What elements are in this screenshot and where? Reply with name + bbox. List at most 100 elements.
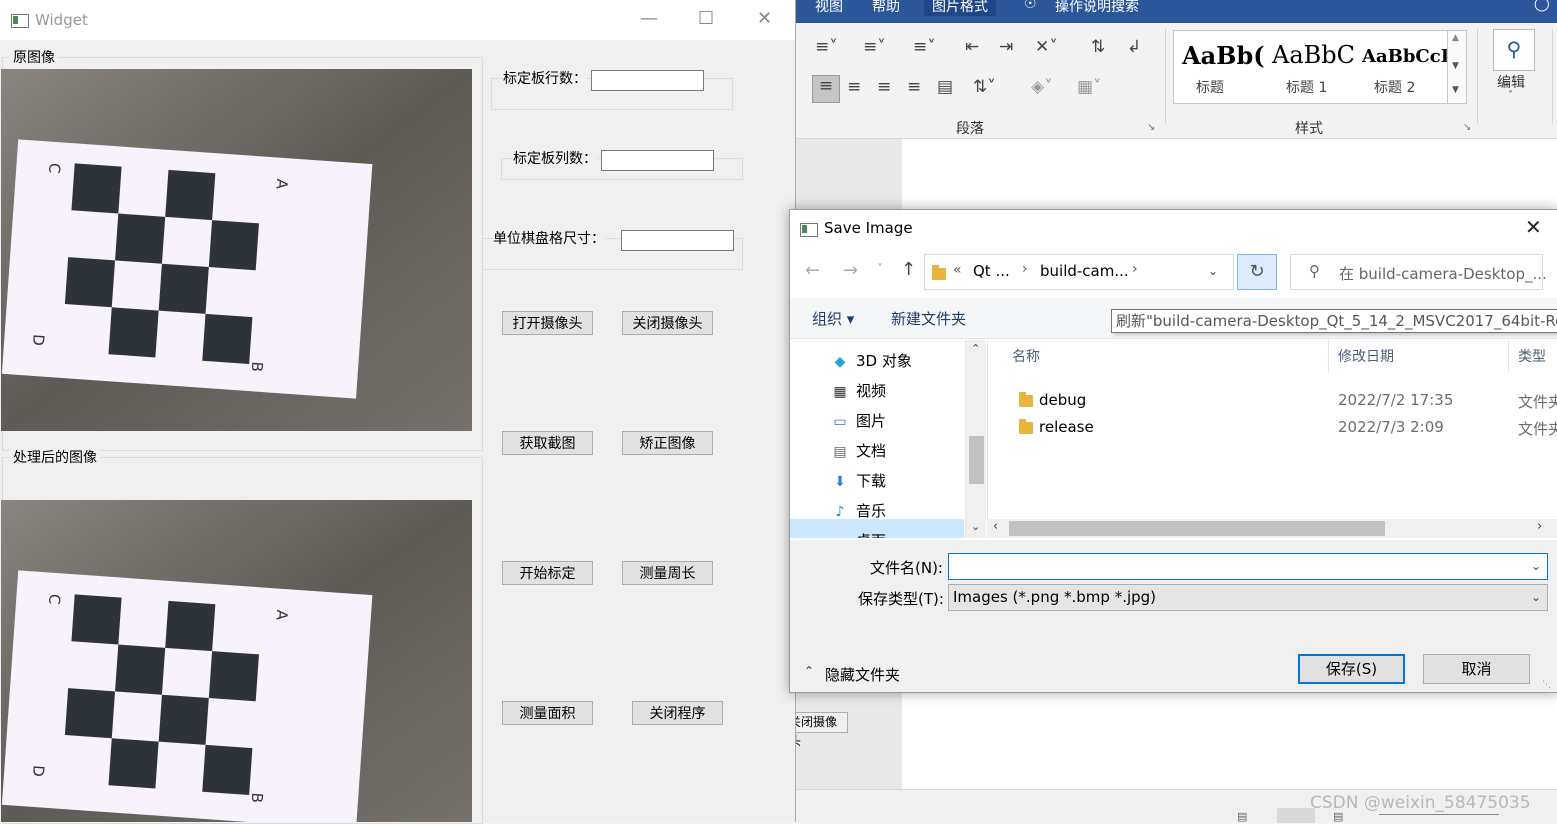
- read-mode-icon[interactable]: ▤: [1237, 810, 1247, 823]
- start-calibration-button[interactable]: 开始标定: [502, 561, 593, 585]
- nav-item[interactable]: ▬ 桌面: [831, 526, 986, 538]
- zoom-slider[interactable]: [1379, 814, 1499, 815]
- sort-icon[interactable]: ⇅: [1091, 37, 1105, 57]
- increase-indent-icon[interactable]: ⇥: [999, 37, 1013, 57]
- corner-letter-b: B: [248, 361, 267, 373]
- bullets-icon[interactable]: ≡˅: [815, 37, 838, 57]
- file-name: debug: [1039, 391, 1087, 409]
- new-folder-button[interactable]: 新建文件夹: [891, 308, 966, 329]
- style-sample-title[interactable]: AaBb(: [1182, 41, 1265, 70]
- navigation-scrollbar[interactable]: ⌃ ⌄: [965, 340, 986, 538]
- decrease-indent-icon[interactable]: ⇤: [965, 37, 979, 57]
- chevron-down-icon[interactable]: ⌄: [1208, 264, 1218, 278]
- chinese-layout-icon[interactable]: ✕˅: [1035, 37, 1058, 57]
- forward-icon[interactable]: →: [843, 260, 858, 281]
- breadcrumb-qt[interactable]: Qt ...: [973, 262, 1010, 280]
- close-icon[interactable]: ✕: [757, 8, 772, 29]
- resize-grip-icon[interactable]: ⋱: [1542, 680, 1551, 690]
- tell-me-search[interactable]: 操作说明搜索: [1055, 0, 1139, 16]
- breadcrumb-overflow[interactable]: «: [953, 262, 962, 278]
- styles-group-label: 样式: [1295, 121, 1323, 137]
- edit-group-label[interactable]: 编辑: [1497, 72, 1525, 92]
- corner-letter-a: A: [272, 609, 291, 621]
- horizontal-scrollbar[interactable]: ‹ ›: [987, 519, 1557, 538]
- scroll-thumb[interactable]: [1009, 521, 1385, 536]
- styles-scroll[interactable]: ▲ ▼ ▼: [1447, 30, 1467, 104]
- nav-item[interactable]: ♪ 音乐: [831, 496, 986, 526]
- rectify-button[interactable]: 矫正图像: [622, 431, 713, 455]
- refresh-icon[interactable]: ↻: [1237, 254, 1277, 290]
- minimize-icon[interactable]: —: [640, 8, 658, 29]
- breadcrumb-build[interactable]: build-cam...: [1040, 262, 1129, 280]
- menu-picture-format[interactable]: 图片格式: [924, 0, 996, 16]
- line-spacing-icon[interactable]: ⇅˅: [973, 77, 996, 97]
- column-type[interactable]: 类型: [1518, 346, 1546, 366]
- nav-item[interactable]: ⬇ 下载: [831, 466, 986, 496]
- chevron-down-icon[interactable]: ⌄: [1531, 559, 1541, 573]
- style-sample-heading1[interactable]: AaBbC: [1272, 41, 1355, 69]
- dialog-title: Save Image: [824, 219, 913, 237]
- cols-input[interactable]: [601, 150, 714, 171]
- chevron-up-icon[interactable]: ⌃: [804, 664, 814, 678]
- style-sample-heading2[interactable]: AaBbCcI: [1362, 46, 1449, 67]
- chevron-down-icon[interactable]: ⌄: [1531, 590, 1541, 604]
- menu-view[interactable]: 视图: [815, 0, 843, 16]
- account-icon[interactable]: ◯: [1534, 0, 1550, 12]
- align-center-icon[interactable]: ≡: [847, 77, 861, 97]
- chevron-right-icon[interactable]: ›: [1537, 519, 1542, 534]
- rows-input[interactable]: [591, 70, 704, 91]
- measure-area-button[interactable]: 测量面积: [502, 701, 593, 725]
- close-camera-button[interactable]: 关闭摄像头: [622, 311, 713, 335]
- filetype-select[interactable]: Images (*.png *.bmp *.jpg): [948, 584, 1548, 611]
- chevron-down-icon[interactable]: ⌄: [971, 520, 980, 533]
- distributed-icon[interactable]: ▤: [937, 77, 953, 97]
- column-date[interactable]: 修改日期: [1338, 346, 1394, 366]
- shading-icon[interactable]: ◈˅: [1031, 77, 1053, 97]
- show-marks-icon[interactable]: ↲: [1127, 37, 1141, 57]
- filename-input[interactable]: [948, 553, 1548, 580]
- recent-locations-icon[interactable]: ˅: [877, 262, 883, 276]
- chevron-right-icon[interactable]: ›: [1132, 261, 1138, 277]
- search-input[interactable]: ⚲ 在 build-camera-Desktop_...: [1290, 254, 1547, 290]
- maximize-icon[interactable]: ☐: [698, 8, 714, 29]
- align-left-icon[interactable]: ≡: [812, 75, 840, 103]
- column-separator[interactable]: [1508, 340, 1509, 372]
- nav-item[interactable]: ▤ 文档: [831, 436, 986, 466]
- chevron-down-icon[interactable]: ▼: [1452, 61, 1459, 71]
- menu-help[interactable]: 帮助: [872, 0, 900, 16]
- measure-perimeter-button[interactable]: 测量周长: [622, 561, 713, 585]
- find-icon[interactable]: ⚲: [1493, 29, 1535, 71]
- paragraph-launcher-icon[interactable]: ↘: [1147, 122, 1155, 133]
- scroll-thumb[interactable]: [969, 436, 984, 484]
- address-bar[interactable]: « Qt ... › build-cam... › ⌄: [924, 254, 1234, 290]
- back-icon[interactable]: ←: [805, 260, 820, 281]
- column-name[interactable]: 名称: [1012, 346, 1040, 366]
- file-row-debug[interactable]: debug 2022/7/2 17:35 文件夹: [988, 387, 1557, 414]
- cancel-button[interactable]: 取消: [1423, 654, 1530, 684]
- capture-button[interactable]: 获取截图: [502, 431, 593, 455]
- nav-item[interactable]: ▦ 视频: [831, 376, 986, 406]
- nav-item[interactable]: ◆ 3D 对象: [831, 346, 986, 376]
- styles-launcher-icon[interactable]: ↘: [1463, 122, 1471, 133]
- chevron-right-icon[interactable]: ›: [1022, 261, 1028, 277]
- chevron-up-icon[interactable]: ⌃: [971, 342, 980, 355]
- chevron-up-icon[interactable]: ▲: [1452, 33, 1459, 43]
- numbering-icon[interactable]: ≡˅: [863, 37, 886, 57]
- close-program-button[interactable]: 关闭程序: [632, 701, 723, 725]
- open-camera-button[interactable]: 打开摄像头: [502, 311, 593, 335]
- file-row-release[interactable]: release 2022/7/3 2:09 文件夹: [988, 414, 1557, 441]
- nav-item[interactable]: ▭ 图片: [831, 406, 986, 436]
- justify-icon[interactable]: ≡: [907, 77, 921, 97]
- multilevel-list-icon[interactable]: ≡˅: [913, 37, 936, 57]
- hide-folders-toggle[interactable]: 隐藏文件夹: [825, 664, 900, 685]
- more-styles-icon[interactable]: ▼: [1452, 85, 1459, 95]
- close-icon[interactable]: ✕: [1525, 215, 1542, 239]
- up-icon[interactable]: ↑: [901, 259, 916, 280]
- align-right-icon[interactable]: ≡: [877, 77, 891, 97]
- organize-button[interactable]: 组织 ▾: [812, 308, 854, 329]
- save-button[interactable]: 保存(S): [1298, 654, 1405, 684]
- square-size-input[interactable]: [621, 230, 734, 251]
- column-separator[interactable]: [1328, 340, 1329, 372]
- chevron-left-icon[interactable]: ‹: [993, 519, 998, 534]
- borders-icon[interactable]: ▦˅: [1077, 77, 1102, 97]
